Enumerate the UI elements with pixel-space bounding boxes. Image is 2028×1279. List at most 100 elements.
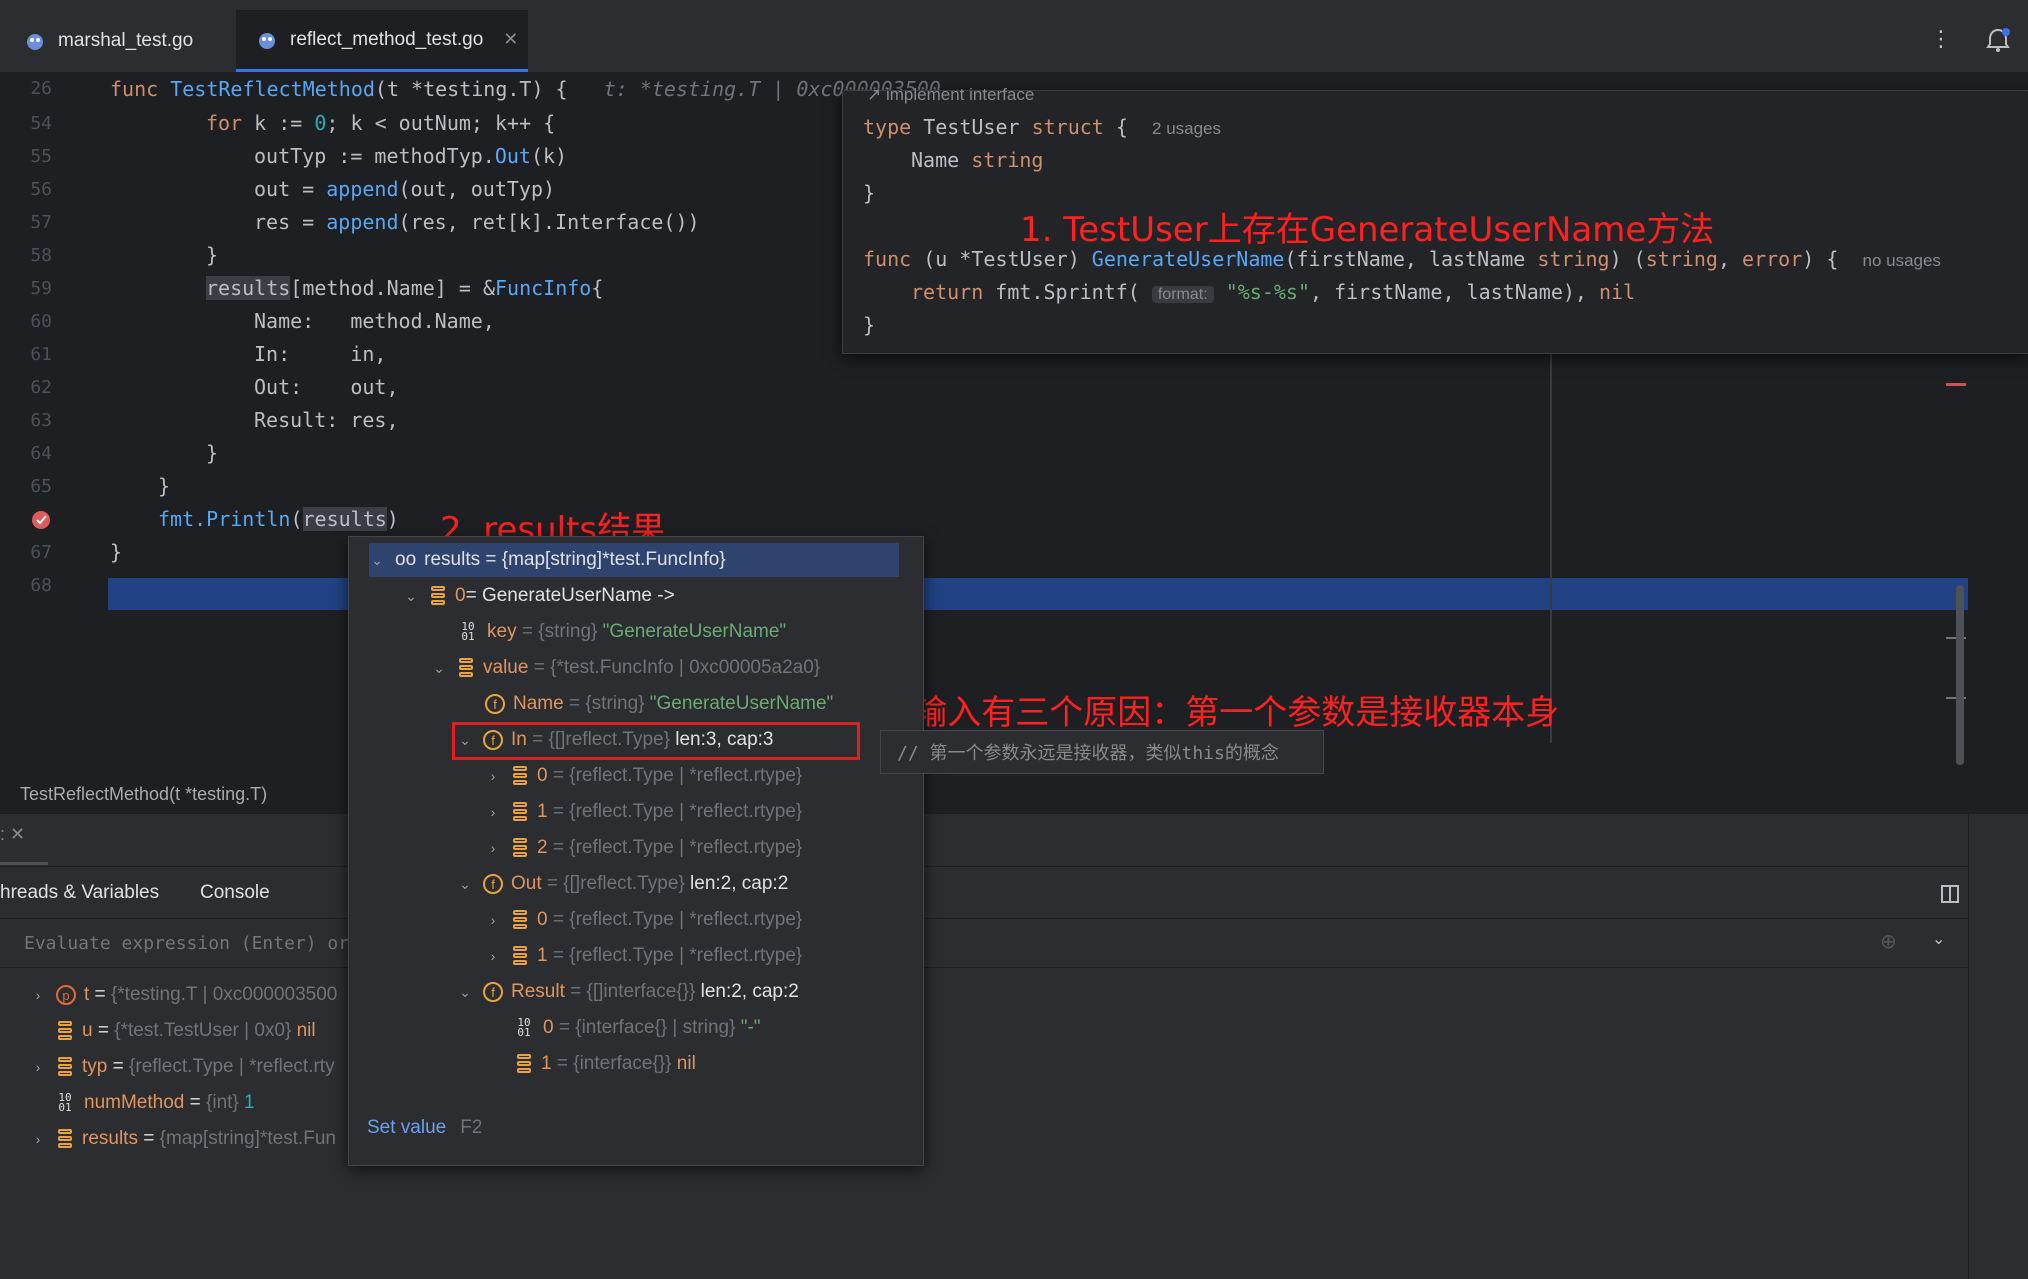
line-number: 57 <box>30 212 52 233</box>
tree-row[interactable]: › 1 = {reflect.Type | *reflect.rtype} <box>485 939 803 973</box>
tree-row[interactable]: f Name = {string} "GenerateUserName" <box>485 687 833 721</box>
chevron-right-icon[interactable]: › <box>485 912 501 928</box>
tree-root-row[interactable]: ⌄ oo results = {map[string]*test.FuncInf… <box>369 543 899 577</box>
breakpoint-icon[interactable] <box>30 509 52 531</box>
variable-row[interactable]: › results = {map[string]*test.Fun <box>30 1122 336 1156</box>
tree-row[interactable]: 10 01 0 = {interface{} | string} "-" <box>515 1011 760 1045</box>
tab-console[interactable]: Console <box>200 882 270 904</box>
chevron-right-icon[interactable]: › <box>30 987 46 1003</box>
variable-icon <box>56 1020 74 1042</box>
annotation-3: 3. 输入有三个原因：第一个参数是接收器本身 <box>870 693 1560 733</box>
variable-row[interactable]: u = {*test.TestUser | 0x0} nil <box>56 1014 316 1048</box>
breadcrumb[interactable]: TestReflectMethod(t *testing.T) <box>0 772 1968 814</box>
close-icon[interactable]: ✕ <box>503 29 518 50</box>
line-number: 54 <box>30 113 52 134</box>
code-line: } <box>863 181 876 205</box>
chevron-right-icon[interactable]: › <box>485 804 501 820</box>
code-line: } <box>158 474 171 498</box>
more-options-icon[interactable]: ⋮ <box>1930 26 1952 52</box>
variable-icon <box>56 1056 74 1078</box>
line-number: 56 <box>30 179 52 200</box>
line-number: 65 <box>30 476 52 497</box>
parameter-icon: p <box>56 985 76 1005</box>
code-line: for k := 0; k < outNum; k++ { <box>206 111 556 135</box>
chevron-down-icon[interactable]: ⌄ <box>369 552 385 569</box>
chevron-down-icon[interactable]: ⌄ <box>457 876 473 893</box>
tab-reflect-method-test[interactable]: reflect_method_test.go ✕ <box>236 10 528 72</box>
evaluate-expression-input[interactable] <box>22 927 356 959</box>
variable-icon <box>511 837 529 859</box>
tree-row[interactable]: › 1 = {reflect.Type | *reflect.rtype} <box>485 795 803 829</box>
tree-row[interactable]: 1 = {interface{}} nil <box>515 1047 696 1081</box>
error-stripe-marker <box>1946 383 1966 386</box>
chevron-right-icon[interactable]: › <box>30 1059 46 1075</box>
code-line: func TestReflectMethod(t *testing.T) { t… <box>110 77 941 101</box>
tree-row[interactable]: › 0 = {reflect.Type | *reflect.rtype} <box>485 903 803 937</box>
tree-row[interactable]: ⌄ value = {*test.FuncInfo | 0xc00005a2a0… <box>431 651 820 685</box>
divider <box>0 866 1968 867</box>
variable-icon <box>429 585 447 607</box>
annotation-1: 1. TestUser上存在GenerateUserName方法 <box>1020 210 1715 250</box>
chevron-down-icon[interactable]: ⌄ <box>1932 929 1945 949</box>
variable-inspection-popup[interactable]: ⌄ oo results = {map[string]*test.FuncInf… <box>348 536 924 1166</box>
tree-row[interactable]: › 2 = {reflect.Type | *reflect.rtype} <box>485 831 803 865</box>
set-value-action[interactable]: Set value F2 <box>367 1111 482 1145</box>
variable-row[interactable]: › p t = {*testing.T | 0xc000003500 <box>30 978 337 1012</box>
tab-threads-variables[interactable]: hreads & Variables <box>0 882 159 904</box>
variable-icon <box>457 657 475 679</box>
highlight-box <box>452 722 860 760</box>
line-number: 63 <box>30 410 52 431</box>
variable-icon <box>515 1053 533 1075</box>
code-line: In: in, <box>254 342 387 366</box>
tab-marshal-test[interactable]: marshal_test.go <box>24 10 234 72</box>
code-line: Name: method.Name, <box>254 309 495 333</box>
chevron-down-icon[interactable]: ⌄ <box>431 660 447 677</box>
line-number: 26 <box>30 78 52 99</box>
variable-icon <box>511 945 529 967</box>
comment-tooltip: // 第一个参数永远是接收器，类似this的概念 <box>880 730 1324 774</box>
tree-row[interactable]: ⌄ f Out = {[]reflect.Type} len:2, cap:2 <box>457 867 788 901</box>
tree-row[interactable]: ⌄ f Result = {[]interface{}} len:2, cap:… <box>457 975 799 1009</box>
tab-label: reflect_method_test.go <box>290 28 484 50</box>
evaluate-expression-bar[interactable]: ⊕ ⌄ <box>0 918 1968 968</box>
code-line: type TestUser struct { 2 usages <box>863 115 1222 139</box>
line-number: 58 <box>30 245 52 266</box>
line-number: 59 <box>30 278 52 299</box>
line-number: 61 <box>30 344 52 365</box>
add-watch-icon[interactable]: ⊕ <box>1880 929 1897 954</box>
breadcrumb-function[interactable]: TestReflectMethod(t *testing.T) <box>20 784 267 805</box>
chevron-right-icon[interactable]: › <box>30 1131 46 1147</box>
right-tool-strip <box>1968 814 2028 1279</box>
line-number: 67 <box>30 542 52 563</box>
layout-toggle-icon[interactable] <box>1940 884 1960 904</box>
chevron-down-icon[interactable]: ⌄ <box>457 984 473 1001</box>
implement-interface-label[interactable]: ↗ implement interface <box>867 85 1034 105</box>
variable-row[interactable]: 10 01 numMethod = {int} 1 <box>56 1086 254 1120</box>
code-line: fmt.Println(results) <box>158 507 399 531</box>
notifications-bell-icon[interactable] <box>1984 26 2012 54</box>
code-line: } <box>206 243 219 267</box>
tab-underline <box>0 862 48 865</box>
close-icon[interactable]: : ✕ <box>0 824 25 845</box>
code-line: outTyp := methodTyp.Out(k) <box>254 144 568 168</box>
line-number: 55 <box>30 146 52 167</box>
variable-row[interactable]: › typ = {reflect.Type | *reflect.rty <box>30 1050 335 1084</box>
chevron-right-icon[interactable]: › <box>485 768 501 784</box>
chevron-down-icon[interactable]: ⌄ <box>403 588 419 605</box>
code-line: } <box>206 441 219 465</box>
line-number: 64 <box>30 443 52 464</box>
chevron-right-icon[interactable]: › <box>485 948 501 964</box>
tree-row[interactable]: 10 01 key = {string} "GenerateUserName" <box>459 615 786 649</box>
line-number: 62 <box>30 377 52 398</box>
line-number: 68 <box>30 575 52 596</box>
editor-scrollbar[interactable] <box>1956 585 1964 765</box>
tree-row[interactable]: › 0 = {reflect.Type | *reflect.rtype} <box>485 759 803 793</box>
tree-row[interactable]: ⌄ 0 = GenerateUserName -> <box>403 579 675 613</box>
code-line: Name string <box>911 148 1044 172</box>
variable-icon <box>511 909 529 931</box>
tab-label: marshal_test.go <box>58 30 194 51</box>
field-icon: f <box>485 694 505 714</box>
code-line: Result: res, <box>254 408 399 432</box>
chevron-right-icon[interactable]: › <box>485 840 501 856</box>
code-line: results[method.Name] = &FuncInfo{ <box>206 276 604 300</box>
